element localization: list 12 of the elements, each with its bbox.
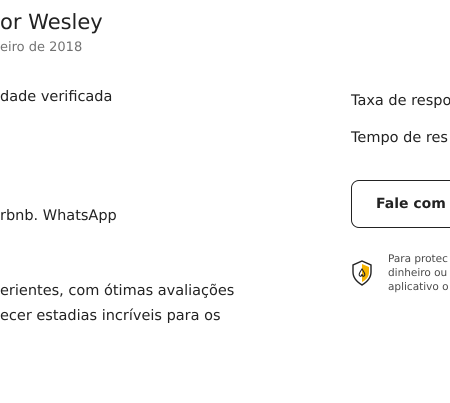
- description-line: erientes, com ótimas avaliações: [0, 282, 236, 301]
- safety-notice-line: Para protec: [388, 252, 449, 266]
- safety-notice-line: aplicativo o: [388, 280, 449, 294]
- host-stat: Tempo de res: [351, 129, 449, 148]
- host-note: rbnb. WhatsApp: [0, 207, 118, 226]
- verified-badge-text: dade verificada: [0, 88, 114, 107]
- shield-icon: [351, 260, 373, 286]
- contact-host-button[interactable]: Fale com: [351, 180, 450, 228]
- host-name: or Wesley: [0, 9, 104, 36]
- safety-notice-line: dinheiro ou: [388, 266, 448, 280]
- description-line: ecer estadias incríveis para os: [0, 307, 222, 326]
- member-since: eiro de 2018: [0, 40, 84, 55]
